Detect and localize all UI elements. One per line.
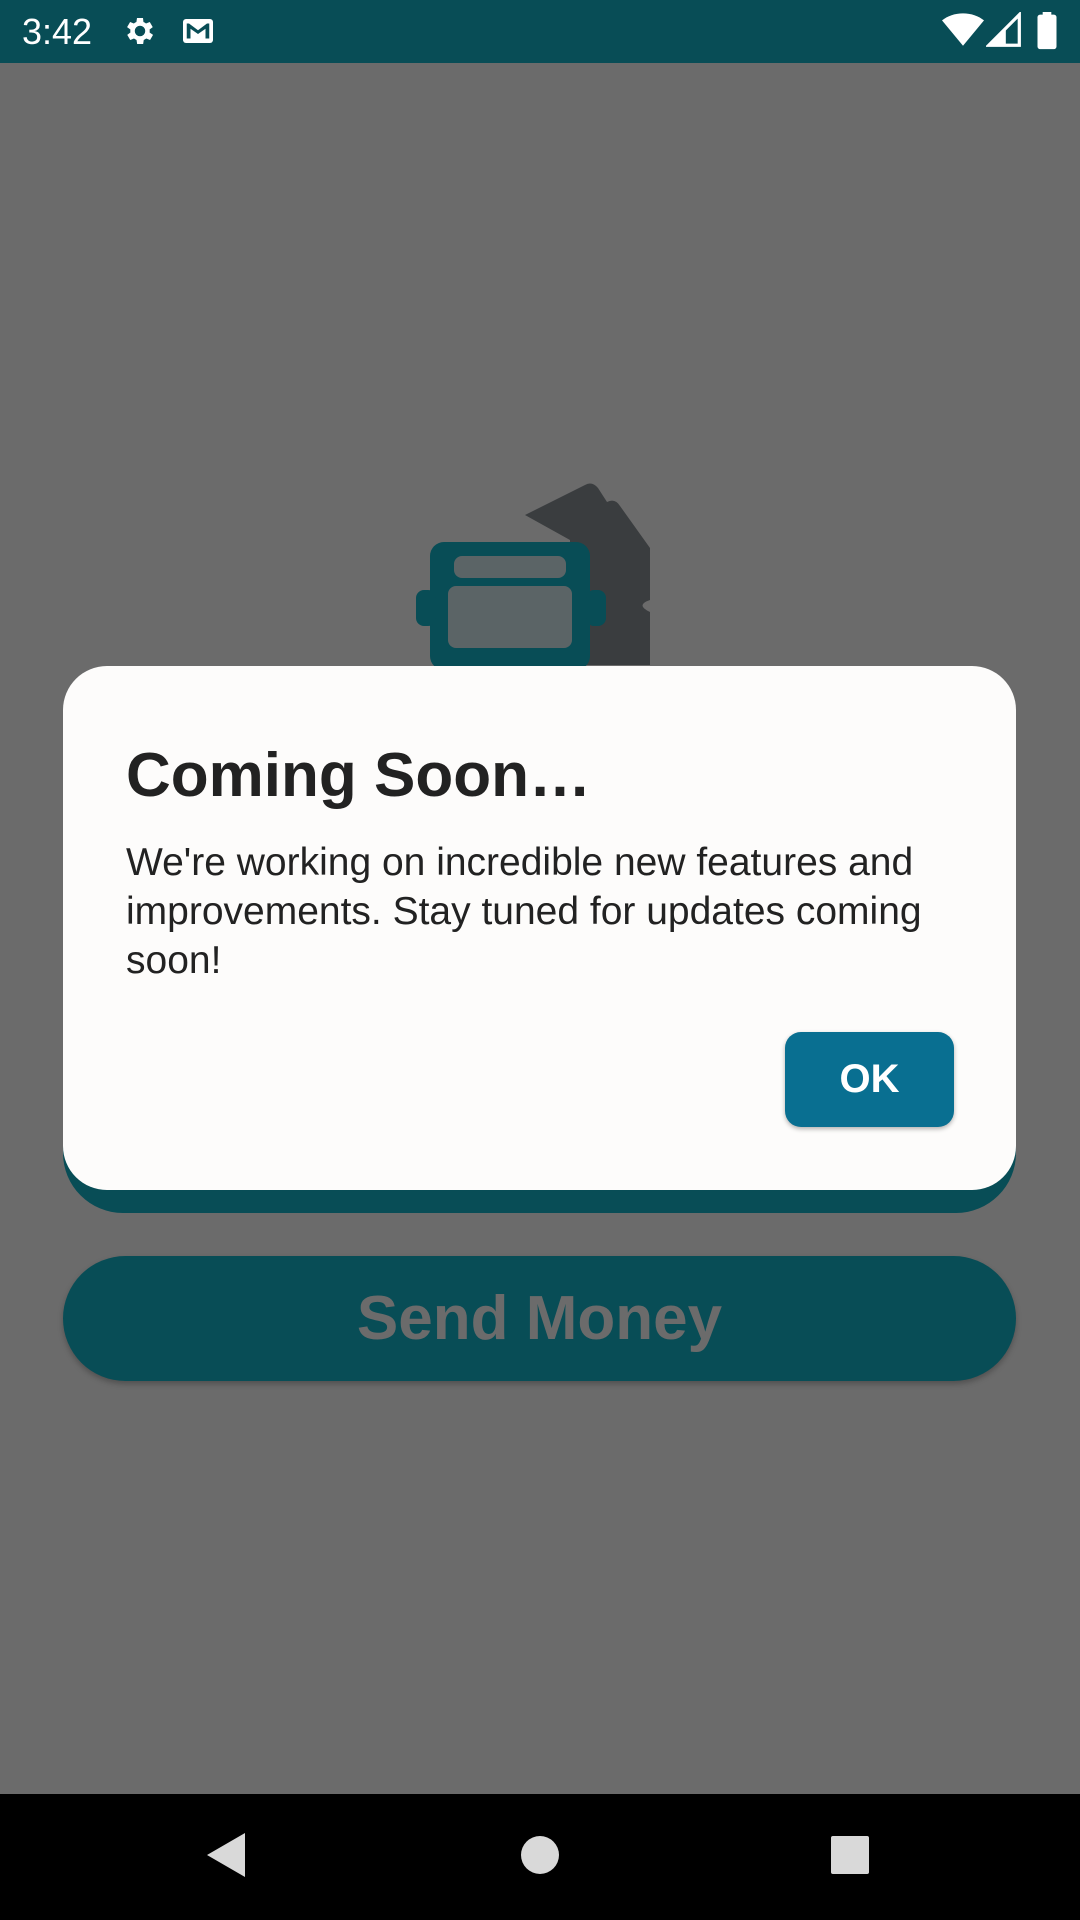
- navigation-bar: [0, 1794, 1080, 1920]
- back-icon: [203, 1831, 247, 1884]
- dialog-title: Coming Soon…: [126, 741, 591, 810]
- dialog-message: We're working on incredible new features…: [126, 841, 922, 982]
- status-time: 3:42: [22, 11, 93, 52]
- back-button[interactable]: [180, 1794, 270, 1920]
- gmail-icon: [180, 13, 216, 54]
- battery-icon: [1036, 12, 1058, 55]
- gear-icon: [122, 13, 158, 54]
- home-button[interactable]: [495, 1794, 585, 1920]
- bus-ticket-icon: [410, 480, 670, 670]
- recents-icon: [830, 1835, 870, 1880]
- status-bar: 3:42: [0, 0, 1080, 63]
- cell-signal-icon: [984, 10, 1022, 53]
- coming-soon-dialog: Coming Soon… We're working on incredible…: [63, 666, 1016, 1190]
- ok-button[interactable]: OK: [785, 1032, 954, 1127]
- recents-button[interactable]: [805, 1794, 895, 1920]
- home-icon: [520, 1835, 560, 1880]
- send-money-label: Send Money: [356, 1284, 723, 1353]
- wifi-icon: [942, 12, 984, 53]
- send-money-button: Send Money: [63, 1256, 1016, 1381]
